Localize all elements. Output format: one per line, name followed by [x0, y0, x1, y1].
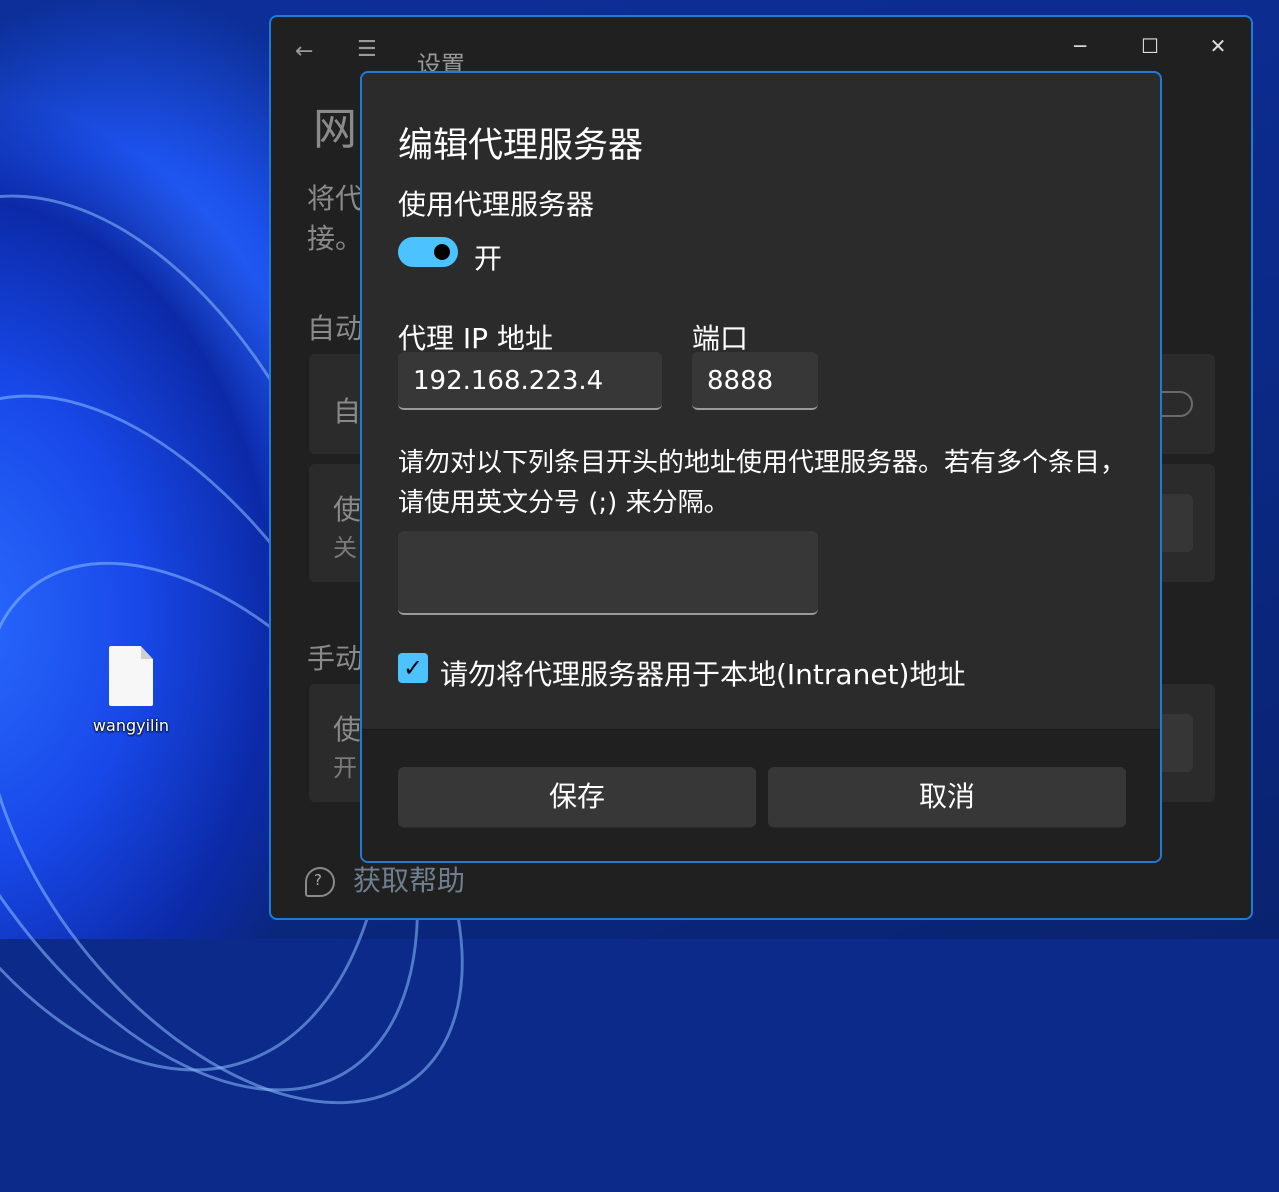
dialog-title: 编辑代理服务器 — [398, 126, 644, 166]
use-proxy-toggle[interactable] — [398, 237, 458, 267]
close-button[interactable]: ✕ — [1193, 31, 1243, 61]
menu-icon[interactable]: ☰ — [357, 37, 377, 62]
exceptions-input[interactable] — [398, 531, 818, 615]
get-help-label: 获取帮助 — [353, 864, 466, 897]
desktop-file-icon[interactable]: wangyilin — [80, 646, 182, 735]
get-help-link[interactable]: ? 获取帮助 — [305, 859, 465, 899]
setup-script-label: 使 — [333, 493, 362, 526]
manual-proxy-sub: 开 — [333, 754, 357, 782]
desktop-file-label: wangyilin — [92, 716, 170, 735]
minimize-button[interactable]: ─ — [1055, 31, 1105, 61]
maximize-button[interactable]: ☐ — [1125, 31, 1175, 61]
section-auto-heading: 自动 — [307, 312, 364, 345]
setup-script-sub: 关 — [333, 534, 357, 562]
proxy-ip-label: 代理 IP 地址 — [398, 322, 553, 355]
back-arrow-icon[interactable]: ← — [295, 39, 313, 64]
local-bypass-label: 请勿将代理服务器用于本地(Intranet)地址 — [440, 658, 966, 691]
page-title: 网 — [313, 104, 357, 155]
file-icon — [109, 646, 153, 706]
auto-detect-label: 自 — [333, 395, 362, 428]
help-chat-icon: ? — [305, 867, 335, 897]
use-proxy-toggle-state: 开 — [474, 242, 503, 275]
cancel-button[interactable]: 取消 — [768, 767, 1126, 828]
port-input[interactable]: 8888 — [692, 352, 818, 410]
save-button[interactable]: 保存 — [398, 767, 756, 828]
use-proxy-label: 使用代理服务器 — [398, 188, 595, 221]
local-bypass-checkbox[interactable]: ✓ — [398, 653, 428, 683]
section-manual-heading: 手动 — [307, 642, 364, 675]
exceptions-note: 请勿对以下列条目开头的地址使用代理服务器。若有多个条目，请使用英文分号 (;) … — [398, 448, 1127, 518]
manual-proxy-label: 使 — [333, 713, 362, 746]
proxy-ip-input[interactable]: 192.168.223.4 — [398, 352, 662, 410]
edit-proxy-dialog: 编辑代理服务器 使用代理服务器 开 代理 IP 地址 192.168.223.4… — [360, 71, 1162, 863]
port-label: 端口 — [692, 322, 749, 355]
checkmark-icon: ✓ — [402, 654, 424, 682]
toggle-knob — [434, 244, 450, 260]
